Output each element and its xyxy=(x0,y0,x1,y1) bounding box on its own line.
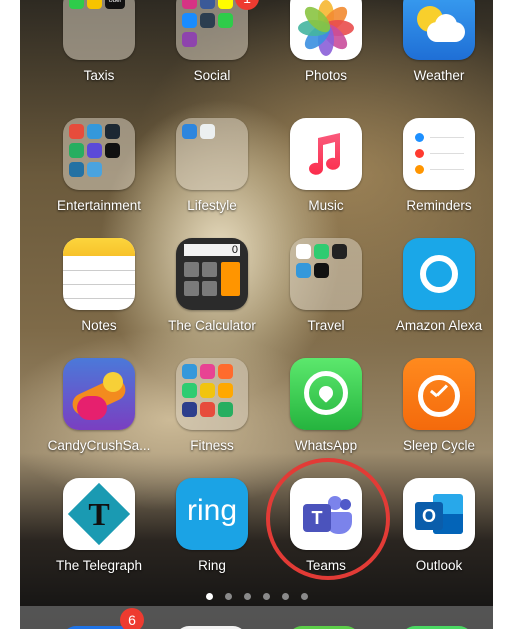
candy-crush-icon xyxy=(63,358,135,430)
sleep-cycle-icon xyxy=(403,358,475,430)
app-label: Social xyxy=(193,68,231,83)
app-label: CandyCrushSa... xyxy=(47,438,151,453)
app-label: Sleep Cycle xyxy=(402,438,476,453)
reminders-icon xyxy=(403,118,475,190)
app-label: Photos xyxy=(304,68,348,83)
weather-icon xyxy=(403,0,475,60)
app-whatsapp[interactable]: WhatsApp xyxy=(271,358,381,454)
telegraph-glyph: T xyxy=(88,496,110,532)
travel-folder-icon xyxy=(290,238,362,310)
alexa-icon xyxy=(403,238,475,310)
dock-notification-badge: 6 xyxy=(120,608,144,629)
app-ring[interactable]: ring Ring xyxy=(157,478,267,574)
page-dot[interactable] xyxy=(224,593,232,600)
app-lifestyle[interactable]: Lifestyle xyxy=(157,118,267,214)
calculator-display: 0 xyxy=(184,244,240,256)
app-label: Weather xyxy=(413,68,465,83)
app-label: Lifestyle xyxy=(187,198,237,213)
social-folder-icon xyxy=(176,0,248,60)
app-label: Travel xyxy=(307,318,345,333)
app-label: Outlook xyxy=(415,558,463,573)
fitness-folder-icon xyxy=(176,358,248,430)
ring-logo-text: ring xyxy=(186,494,238,527)
page-indicator[interactable] xyxy=(20,587,493,605)
app-notes[interactable]: Notes xyxy=(44,238,154,334)
page-dot[interactable] xyxy=(281,593,289,600)
app-travel[interactable]: Travel xyxy=(271,238,381,334)
highlight-circle xyxy=(266,458,390,580)
app-label: Notes xyxy=(81,318,117,333)
app-label: WhatsApp xyxy=(294,438,358,453)
outlook-icon: O xyxy=(403,478,475,550)
app-entertainment[interactable]: Entertainment xyxy=(44,118,154,214)
app-label: Amazon Alexa xyxy=(395,318,483,333)
app-label: Reminders xyxy=(406,198,472,213)
photos-icon xyxy=(290,0,362,60)
notes-icon xyxy=(63,238,135,310)
app-fitness[interactable]: Fitness xyxy=(157,358,267,454)
whatsapp-icon xyxy=(290,358,362,430)
app-weather[interactable]: Weather xyxy=(384,0,493,84)
calculator-icon: 0 xyxy=(176,238,248,310)
app-label: Taxis xyxy=(83,68,115,83)
dock: 6 xyxy=(20,606,493,629)
ring-icon: ring xyxy=(176,478,248,550)
home-screen: Uber Taxis 1 Social xyxy=(20,0,493,629)
app-music[interactable]: Music xyxy=(271,118,381,214)
music-icon xyxy=(290,118,362,190)
app-calculator[interactable]: 0 The Calculator xyxy=(157,238,267,334)
entertainment-folder-icon xyxy=(63,118,135,190)
outlook-glyph: O xyxy=(421,506,436,526)
telegraph-icon: T xyxy=(63,478,135,550)
app-label: Entertainment xyxy=(56,198,142,213)
app-social[interactable]: 1 Social xyxy=(157,0,267,84)
page-dot[interactable] xyxy=(300,593,308,600)
app-the-telegraph[interactable]: T The Telegraph xyxy=(44,478,154,574)
app-label: Music xyxy=(308,198,344,213)
app-label: The Calculator xyxy=(168,318,256,333)
app-label: Fitness xyxy=(190,438,234,453)
page-dot[interactable] xyxy=(262,593,270,600)
app-label: The Telegraph xyxy=(55,558,143,573)
taxis-folder-icon: Uber xyxy=(63,0,135,60)
app-amazon-alexa[interactable]: Amazon Alexa xyxy=(384,238,493,334)
app-taxis[interactable]: Uber Taxis xyxy=(44,0,154,84)
lifestyle-folder-icon xyxy=(176,118,248,190)
page-dot[interactable] xyxy=(243,593,251,600)
app-photos[interactable]: Photos xyxy=(271,0,381,84)
app-candy-crush[interactable]: CandyCrushSa... xyxy=(44,358,154,454)
app-reminders[interactable]: Reminders xyxy=(384,118,493,214)
page-dot[interactable] xyxy=(205,593,213,600)
app-label: Ring xyxy=(198,558,226,573)
uber-mini-icon: Uber xyxy=(105,0,125,9)
app-outlook[interactable]: O Outlook xyxy=(384,478,493,574)
app-sleep-cycle[interactable]: Sleep Cycle xyxy=(384,358,493,454)
